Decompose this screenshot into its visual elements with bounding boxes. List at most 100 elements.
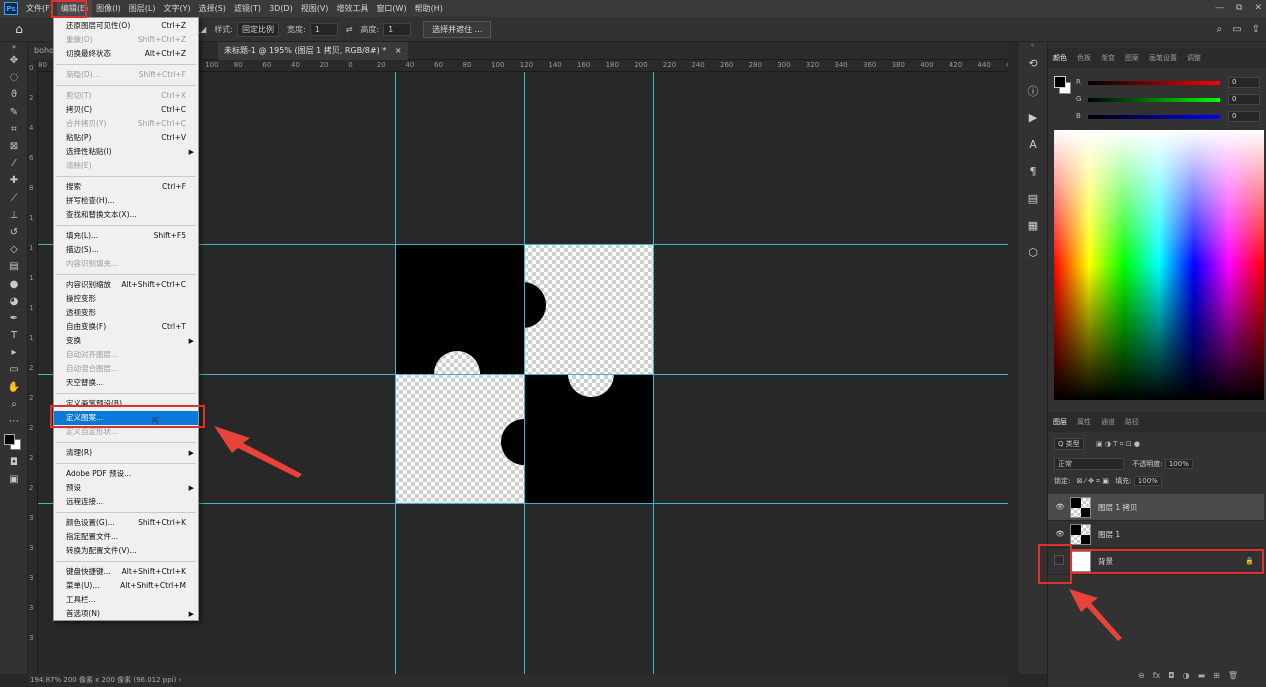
edit-menu-item[interactable]: 首选项(N) ▶ [54,607,198,621]
marquee-tool-icon[interactable]: ◌ [0,69,28,86]
edit-menu-item[interactable]: 合并拷贝(Y) Shift+Ctrl+C [54,117,198,131]
brush-tool-icon[interactable]: ⟋ [0,190,28,207]
guide-line[interactable] [524,72,525,674]
link-icon[interactable]: ⊖ [1138,671,1145,680]
trash-icon[interactable]: 🗑 [1228,671,1238,680]
stamp-tool-icon[interactable]: ⊥ [0,207,28,224]
color-fg-swatch[interactable] [1054,76,1066,88]
menu-item[interactable]: 图层(L) [125,0,160,17]
menu-item[interactable]: 增效工具 [332,0,372,17]
color-spectrum[interactable] [1054,130,1264,400]
menu-item[interactable]: 图像(I) [92,0,125,17]
tab-boho[interactable]: boho [28,42,56,60]
quick-mask-icon[interactable]: ◘ [0,454,28,471]
edit-menu-item[interactable]: 远程连接... [54,495,198,509]
menu-item[interactable]: 3D(D) [265,0,297,17]
edit-menu-item[interactable]: 键盘快捷键... Alt+Shift+Ctrl+K [54,565,198,579]
blur-tool-icon[interactable]: ● [0,275,28,292]
green-slider[interactable]: G 0 [1076,94,1266,107]
select-and-mask-button[interactable]: 选择并遮住 ... [423,20,492,38]
edit-menu-item[interactable]: 颜色设置(G)... Shift+Ctrl+K [54,516,198,530]
visibility-toggle-icon[interactable]: 👁 [1054,530,1066,538]
foreground-color-swatch[interactable] [4,434,15,446]
hand-tool-icon[interactable]: ✋ [0,379,28,396]
move-tool-icon[interactable]: ✥ [0,52,28,69]
menu-item[interactable]: 文字(Y) [159,0,194,17]
swap-icon[interactable]: ⇄ [346,25,353,34]
menu-item[interactable]: 滤镜(T) [230,0,265,17]
dodge-tool-icon[interactable]: ◕ [0,293,28,310]
search-icon[interactable]: ⌕ [1217,17,1223,42]
edit-menu-item[interactable]: 描边(S)... [54,243,198,257]
red-track[interactable] [1088,81,1220,85]
menu-item[interactable]: 帮助(H) [411,0,447,17]
layer-row[interactable]: 👁 图层 1 拷贝 [1048,494,1264,521]
edit-menu-item[interactable]: 渐隐(D)... Shift+Ctrl+F [54,68,198,82]
color-panel-tab[interactable]: 调整 [1182,53,1206,63]
blue-track[interactable] [1088,115,1220,119]
edit-menu-item[interactable]: 查找和替换文本(X)... [54,208,198,222]
edit-menu-item[interactable]: Adobe PDF 预设... [54,467,198,481]
info-panel-icon[interactable]: ⓘ [1018,77,1048,104]
edit-menu-item[interactable]: 选择性粘贴(I) ▶ [54,145,198,159]
edit-menu-item[interactable]: 指定配置文件... [54,530,198,544]
edit-menu-item[interactable]: 拷贝(C) Ctrl+C [54,103,198,117]
gradient-tool-icon[interactable]: ▤ [0,258,28,275]
layers-panel-tab[interactable]: 路径 [1120,417,1144,427]
shape-tool-icon[interactable]: ▭ [0,361,28,378]
edit-menu-item[interactable]: 转换为配置文件(V)... [54,544,198,558]
history-panel-icon[interactable]: ⟲ [1018,50,1048,77]
layer-row[interactable]: 👁 图层 1 [1048,521,1264,548]
red-value[interactable]: 0 [1228,77,1260,88]
lock-icons[interactable]: ⊠ ⁄ ✥ ⌗ ▣ [1077,477,1109,485]
crop-tool-icon[interactable]: ⌗ [0,121,28,138]
new-layer-icon[interactable]: ⊞ [1213,671,1220,680]
layers-panel-tab[interactable]: 通道 [1096,417,1120,427]
edit-menu-item[interactable]: 天空替换... [54,376,198,390]
path-select-tool-icon[interactable]: ▸ [0,344,28,361]
actions-panel-icon[interactable]: ▶ [1018,104,1048,131]
fill-input[interactable]: 100% [1133,476,1162,486]
workspace-icon[interactable]: ▭ [1232,17,1241,42]
layer-filter-select[interactable]: Q 类型 [1054,438,1084,450]
edit-menu-item[interactable]: 自由变换(F) Ctrl+T [54,320,198,334]
healing-tool-icon[interactable]: ✚ [0,172,28,189]
restore-icon[interactable]: ⧉ [1236,0,1242,17]
edit-menu-item[interactable]: 自动混合图层... [54,362,198,376]
edit-menu-item[interactable]: 透视变形 [54,306,198,320]
quick-select-tool-icon[interactable]: ✎ [0,104,28,121]
close-icon[interactable]: ✕ [1254,0,1262,17]
frame-tool-icon[interactable]: ⊠ [0,138,28,155]
layers-panel-tab[interactable]: 图层 [1048,417,1072,427]
edit-menu-item[interactable]: 内容识别填充... [54,257,198,271]
eyedropper-tool-icon[interactable]: ⁄ [0,155,28,172]
paragraph-panel-icon[interactable]: ¶ [1018,158,1048,185]
history-brush-icon[interactable]: ↺ [0,224,28,241]
share-icon[interactable]: ⇪ [1252,17,1260,42]
edit-menu-item[interactable]: 重做(O) Shift+Ctrl+Z [54,33,198,47]
tab-close-icon[interactable]: × [395,46,402,55]
fx-icon[interactable]: fx [1153,671,1161,680]
edit-menu-item[interactable]: 切换最终状态 Alt+Ctrl+Z [54,47,198,61]
edit-menu-item[interactable]: 工具栏... [54,593,198,607]
edit-menu-item[interactable]: 还原图层可见性(O) Ctrl+Z [54,19,198,33]
home-icon[interactable]: ⌂ [8,22,30,36]
edit-menu-item[interactable]: 剪切(T) Ctrl+X [54,89,198,103]
guide-line[interactable] [395,72,396,674]
layers-panel-tab[interactable]: 属性 [1072,417,1096,427]
pen-tool-icon[interactable]: ✒ [0,310,28,327]
libraries-panel-icon[interactable]: ▤ [1018,185,1048,212]
color-panel-tab[interactable]: 渐变 [1096,53,1120,63]
edit-menu-item[interactable]: 拼写检查(H)... [54,194,198,208]
green-track[interactable] [1088,98,1220,102]
menu-item[interactable]: 窗口(W) [372,0,410,17]
group-icon[interactable]: ▬ [1198,671,1206,680]
blue-slider[interactable]: B 0 [1076,111,1266,124]
visibility-toggle-icon[interactable]: 👁 [1054,503,1066,511]
edit-menu-item[interactable]: 操控变形 [54,292,198,306]
color-panel-tab[interactable]: 画笔设置 [1144,53,1182,63]
opacity-input[interactable]: 100% [1164,459,1193,469]
screen-mode-icon[interactable]: ▣ [0,471,28,488]
edit-menu-item[interactable]: 清理(R) ▶ [54,446,198,460]
red-slider[interactable]: R 0 [1076,77,1266,90]
